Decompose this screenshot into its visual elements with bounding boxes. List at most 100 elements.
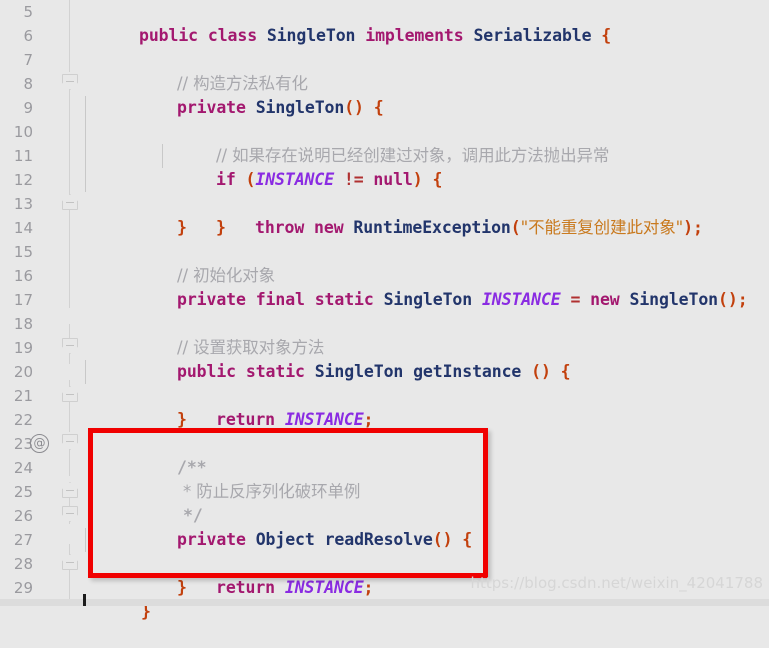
token-brace: { (601, 26, 612, 45)
line-number: 6 (23, 27, 33, 45)
token-semicolon: ; (693, 218, 703, 237)
code-editor[interactable]: 5 6 7 8 9 10 11 12 13 14 15 16 17 18 19 … (0, 0, 769, 621)
code-line[interactable]: public class SingleTon implements Serial… (80, 0, 769, 45)
indent-guide (85, 96, 86, 120)
token-semicolon: ; (363, 410, 374, 429)
line-number: 16 (13, 267, 33, 285)
line-number: 14 (13, 219, 33, 237)
fold-dash (66, 513, 74, 514)
fold-toggle-icon[interactable] (62, 554, 78, 574)
fold-dash (66, 345, 74, 346)
token-keyword: public (177, 362, 237, 381)
fold-dash (66, 441, 74, 442)
token-keyword: final (255, 290, 305, 309)
token-brace: { (373, 98, 384, 117)
fold-toggle-icon[interactable] (62, 74, 78, 94)
line-number: 20 (13, 363, 33, 381)
token-type: SingleTon (383, 290, 473, 309)
line-number: 24 (13, 459, 33, 477)
indent-guide (85, 144, 86, 168)
token-keyword: static (245, 362, 305, 381)
token-field: INSTANCE (284, 410, 364, 429)
token-parens: () (718, 290, 738, 309)
token-brace: { (432, 170, 443, 189)
fold-dash (66, 394, 74, 395)
line-number: 10 (13, 123, 33, 141)
indent-guide (85, 168, 86, 192)
fold-toggle-icon[interactable] (62, 338, 78, 358)
token-comment: // 初始化对象 (177, 266, 276, 285)
fold-marker-column[interactable] (60, 0, 80, 606)
line-number: 18 (13, 315, 33, 333)
line-number: 19 (13, 339, 33, 357)
fold-dash (66, 81, 74, 82)
token-type: SingleTon (314, 362, 404, 381)
token-type: SingleTon (629, 290, 719, 309)
token-comment: // 如果存在说明已经创建过对象，调用此方法抛出异常 (216, 146, 610, 165)
line-number: 17 (13, 291, 33, 309)
fold-dash (66, 202, 74, 203)
token-brace: } (177, 410, 187, 429)
token-comment: // 构造方法私有化 (177, 74, 308, 93)
token-field: INSTANCE (481, 290, 561, 309)
token-field: INSTANCE (255, 170, 335, 189)
token-semicolon: ; (737, 290, 748, 309)
token-null: null (373, 170, 413, 189)
line-number: 11 (13, 147, 33, 165)
line-number: 23 (13, 435, 33, 453)
token-keyword: private (177, 290, 246, 309)
fold-shape (62, 506, 78, 522)
annotation-at-icon[interactable]: @ (30, 434, 49, 453)
line-number: 26 (13, 507, 33, 525)
fold-toggle-icon[interactable] (62, 482, 78, 502)
fold-shape (62, 434, 78, 450)
token-keyword: private (177, 98, 246, 117)
token-operator: = (570, 290, 581, 309)
indent-guide (85, 528, 86, 552)
line-number: 15 (13, 243, 33, 261)
token-brace: { (560, 362, 571, 381)
fold-dash (66, 490, 74, 491)
token-parens: () (531, 362, 551, 381)
token-keyword: class (207, 26, 258, 45)
token-type: SingleTon (255, 98, 345, 117)
token-keyword: static (314, 290, 374, 309)
line-number: 12 (13, 171, 33, 189)
readresolve-highlight-box (88, 428, 488, 578)
token-type: SingleTon (266, 26, 356, 45)
token-keyword: new (314, 218, 344, 237)
indent-guide (85, 120, 86, 144)
token-keyword: public (139, 26, 199, 45)
line-number: 21 (13, 387, 33, 405)
code-line[interactable]: // 构造方法私有化 (80, 48, 769, 93)
fold-toggle-icon[interactable] (62, 434, 78, 454)
code-line[interactable]: } (80, 192, 769, 237)
fold-toggle-icon[interactable] (62, 194, 78, 214)
token-type: RuntimeException (353, 218, 511, 237)
fold-shape (62, 338, 78, 354)
text-caret (83, 594, 86, 606)
line-number: 8 (23, 75, 33, 93)
token-string: "不能重复创建此对象" (520, 218, 684, 237)
token-brace: } (177, 218, 187, 237)
line-number: 7 (23, 51, 33, 69)
code-line[interactable]: if (INSTANCE != null) { (80, 120, 769, 189)
code-line[interactable]: // 初始化对象 (80, 240, 769, 285)
line-number: 25 (13, 483, 33, 501)
line-number: 13 (13, 195, 33, 213)
fold-toggle-icon[interactable] (62, 506, 78, 526)
fold-toggle-icon[interactable] (62, 386, 78, 406)
code-line[interactable]: // 设置获取对象方法 (80, 312, 769, 357)
code-line[interactable]: } (80, 384, 769, 429)
token-brace: } (177, 578, 187, 597)
fold-shape (62, 74, 78, 90)
token-keyword: if (216, 170, 236, 189)
token-type: Serializable (473, 26, 592, 45)
token-keyword: implements (365, 26, 464, 45)
token-method: getInstance (413, 362, 522, 381)
line-number: 27 (13, 531, 33, 549)
token-semicolon: ; (363, 578, 374, 597)
token-comment: // 设置获取对象方法 (177, 338, 325, 357)
line-number: 9 (23, 99, 33, 117)
token-parens: () (344, 98, 364, 117)
